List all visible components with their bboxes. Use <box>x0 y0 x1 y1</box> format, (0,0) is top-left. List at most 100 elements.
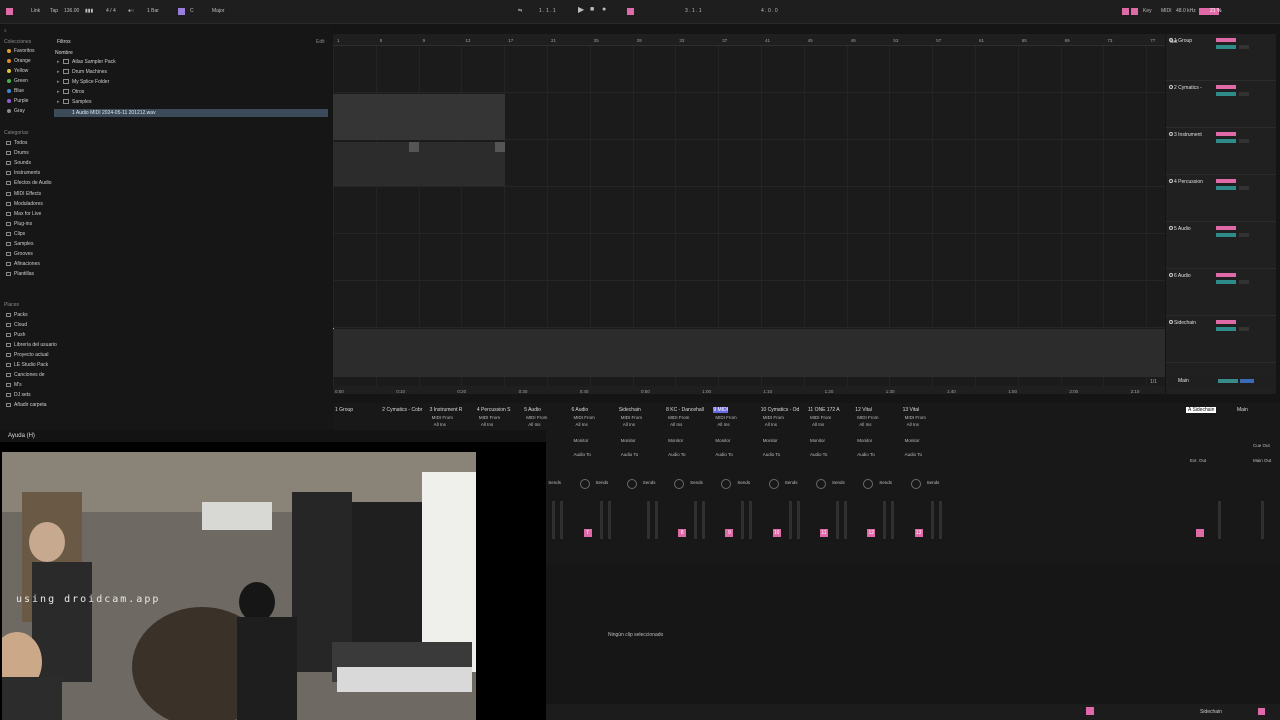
collection-item[interactable]: Blue <box>14 88 24 94</box>
send-knob[interactable] <box>816 479 826 489</box>
follow-icon[interactable]: ⇆ <box>518 8 522 14</box>
key-select[interactable]: C <box>190 8 194 14</box>
track-fold-icon[interactable] <box>1169 132 1173 136</box>
folder-item[interactable]: Samples <box>72 99 91 105</box>
track-volume[interactable] <box>1216 45 1236 49</box>
search-input[interactable]: ⌕ <box>4 28 7 34</box>
send-knob[interactable] <box>863 479 874 489</box>
place-item[interactable]: M's <box>14 382 22 388</box>
track-header[interactable]: 4 Percussion <box>1166 175 1276 222</box>
place-item[interactable]: Push <box>14 332 25 338</box>
arrangement-view[interactable]: 1 5 9 13 17 21 25 29 33 37 41 45 49 53 57 61 65 69 73 77 <box>333 34 1165 394</box>
category-item[interactable]: Afinaciones <box>14 261 40 267</box>
key-map-icon[interactable] <box>1131 8 1138 15</box>
volume-fader[interactable] <box>883 501 887 539</box>
track-pan[interactable] <box>1239 92 1249 96</box>
track-pan[interactable] <box>1239 186 1249 190</box>
place-item[interactable]: Packs <box>14 312 28 318</box>
metronome-icon[interactable]: ▮▮▮ <box>85 8 93 14</box>
channel-name[interactable]: 6 Audio <box>572 407 589 413</box>
time-signature-field[interactable]: 4 / 4 <box>106 8 116 14</box>
track-header[interactable]: 6 Audio <box>1166 269 1276 316</box>
clip-handle[interactable] <box>495 142 505 152</box>
channel-name[interactable]: 1 Group <box>335 407 353 413</box>
category-item[interactable]: Sounds <box>14 160 31 166</box>
collection-item[interactable]: Orange <box>14 58 31 64</box>
channel-name[interactable]: 2 Cymatics - Cobr <box>382 407 422 413</box>
track-fold-icon[interactable] <box>1169 320 1173 324</box>
track-header[interactable]: 2 Cymatics - <box>1166 81 1276 128</box>
collection-item[interactable]: Yellow <box>14 68 28 74</box>
track-header[interactable]: Sidechain <box>1166 316 1276 363</box>
track-header[interactable]: 5 Audio <box>1166 222 1276 269</box>
key-map-label[interactable]: Key <box>1143 8 1152 14</box>
beat-ruler[interactable] <box>333 34 1165 46</box>
track-number[interactable]: 13 <box>914 529 923 537</box>
track-volume[interactable] <box>1216 92 1236 96</box>
place-item[interactable]: Librería del usuario <box>14 342 57 348</box>
category-item[interactable]: Drums <box>14 150 29 156</box>
track-volume[interactable] <box>1216 186 1236 190</box>
track-lane[interactable] <box>333 46 1165 93</box>
expand-arrow-icon[interactable]: ▸ <box>57 99 60 105</box>
volume-fader[interactable] <box>930 501 934 539</box>
clip-indicator-icon[interactable] <box>1086 707 1094 715</box>
folder-item[interactable]: Drum Machines <box>72 69 107 75</box>
expand-arrow-icon[interactable]: ▸ <box>57 79 60 85</box>
track-volume[interactable] <box>1216 280 1236 284</box>
track-fold-icon[interactable] <box>1169 226 1173 230</box>
collection-item[interactable]: Favoritos <box>14 48 35 54</box>
channel-name[interactable]: 5 Audio <box>524 407 541 413</box>
loop-length-field[interactable]: 4 . 0 . 0 <box>761 8 778 14</box>
category-item[interactable]: Max for Live <box>14 211 41 217</box>
track-activator[interactable] <box>1216 85 1236 89</box>
volume-fader[interactable] <box>741 501 745 539</box>
input-select[interactable]: All Ins <box>481 422 493 427</box>
collection-item[interactable]: Gray <box>14 108 25 114</box>
channel-name[interactable]: 3 Instrument R <box>430 407 463 413</box>
send-knob[interactable] <box>910 479 921 489</box>
automation-arm-icon[interactable] <box>627 8 634 15</box>
category-item[interactable]: Todos <box>14 140 27 146</box>
tap-button[interactable]: Tap <box>50 8 58 14</box>
track-pan[interactable] <box>1239 233 1249 237</box>
tempo-field[interactable]: 136.00 <box>64 8 79 14</box>
main-track-header[interactable]: Main <box>1166 375 1276 387</box>
metronome-toggle-icon[interactable]: ●○ <box>128 8 134 14</box>
send-knob[interactable] <box>626 479 637 489</box>
category-item[interactable]: Instruments <box>14 170 40 176</box>
track-pan[interactable] <box>1239 327 1249 331</box>
send-knob[interactable] <box>721 479 732 489</box>
draw-mode-icon[interactable] <box>1122 8 1129 15</box>
send-knob[interactable] <box>579 479 590 489</box>
place-item[interactable]: DJ sets <box>14 392 31 398</box>
track-lane[interactable] <box>333 281 1165 328</box>
volume-fader[interactable] <box>599 501 603 539</box>
track-header[interactable]: 1 Group <box>1166 34 1276 81</box>
expand-arrow-icon[interactable]: ▸ <box>57 89 60 95</box>
return-track-name[interactable]: A Sidechain <box>1186 407 1217 413</box>
scale-select[interactable]: Major <box>212 8 225 14</box>
edit-button[interactable]: Edit <box>316 39 325 45</box>
track-pan[interactable] <box>1239 139 1249 143</box>
send-knob[interactable] <box>674 479 685 489</box>
channel-name[interactable]: 13 Vital <box>903 407 920 413</box>
category-item[interactable]: Clips <box>14 231 25 237</box>
channel-name[interactable]: 8 KC - Dancehall <box>666 407 704 413</box>
track-number[interactable]: 7 <box>583 529 592 537</box>
expand-arrow-icon[interactable]: ▸ <box>57 69 60 75</box>
return-letter[interactable] <box>1196 529 1204 537</box>
play-button-icon[interactable]: ▶ <box>578 5 584 14</box>
volume-fader[interactable] <box>552 501 556 539</box>
audio-clip[interactable] <box>333 94 505 140</box>
track-header[interactable]: 3 Instrument <box>1166 128 1276 175</box>
input-select[interactable]: All Ins <box>434 422 446 427</box>
category-item[interactable]: Plug-ins <box>14 221 32 227</box>
volume-fader[interactable] <box>836 501 839 539</box>
main-track-label[interactable]: Main <box>1237 407 1248 413</box>
track-volume[interactable] <box>1216 233 1236 237</box>
channel-name[interactable]: 12 Vital <box>855 407 872 413</box>
collection-item[interactable]: Purple <box>14 98 28 104</box>
track-activator[interactable] <box>1216 320 1236 324</box>
track-activator[interactable] <box>1216 273 1236 277</box>
